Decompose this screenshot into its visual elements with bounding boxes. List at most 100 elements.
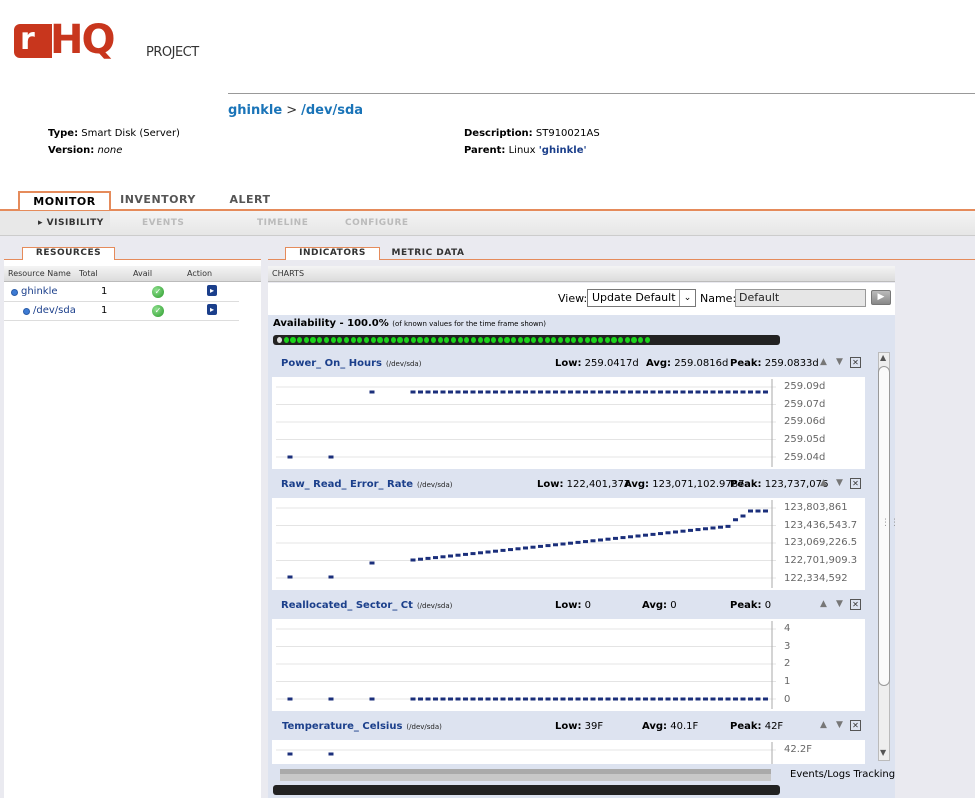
data-point[interactable] — [643, 697, 648, 701]
data-point[interactable] — [658, 390, 663, 394]
data-point[interactable] — [658, 532, 663, 536]
data-point[interactable] — [613, 697, 618, 701]
data-point[interactable] — [643, 390, 648, 394]
data-point[interactable] — [530, 545, 536, 549]
tab-inventory[interactable]: INVENTORY — [112, 193, 204, 210]
data-point[interactable] — [493, 390, 498, 394]
data-point[interactable] — [763, 509, 768, 513]
data-point[interactable] — [755, 697, 761, 701]
data-point[interactable] — [418, 557, 423, 561]
data-point[interactable] — [590, 390, 596, 394]
expand-icon[interactable] — [23, 308, 30, 315]
move-down-icon[interactable]: ▼ — [834, 720, 845, 731]
data-point[interactable] — [695, 697, 701, 701]
data-point[interactable] — [718, 697, 723, 701]
data-point[interactable] — [710, 526, 716, 530]
move-up-icon[interactable]: ▲ — [818, 357, 829, 368]
name-input[interactable]: Default — [735, 289, 866, 307]
data-point[interactable] — [485, 390, 491, 394]
data-point[interactable] — [568, 390, 573, 394]
data-point[interactable] — [553, 543, 558, 547]
view-select[interactable]: Update Default ⌄ — [587, 289, 696, 307]
data-point[interactable] — [485, 550, 491, 554]
tab-indicators[interactable]: INDICATORS — [285, 247, 380, 260]
data-point[interactable] — [523, 697, 528, 701]
data-point[interactable] — [755, 509, 761, 513]
data-point[interactable] — [635, 390, 641, 394]
data-point[interactable] — [369, 561, 375, 565]
data-point[interactable] — [628, 697, 633, 701]
data-point[interactable] — [500, 390, 506, 394]
data-point[interactable] — [508, 548, 513, 552]
data-point[interactable] — [583, 390, 588, 394]
data-point[interactable] — [733, 518, 738, 522]
data-point[interactable] — [620, 390, 626, 394]
data-point[interactable] — [287, 752, 293, 756]
data-point[interactable] — [575, 390, 581, 394]
data-point[interactable] — [643, 533, 648, 537]
data-point[interactable] — [590, 539, 596, 543]
data-point[interactable] — [718, 525, 723, 529]
data-point[interactable] — [703, 390, 708, 394]
data-point[interactable] — [328, 575, 334, 579]
data-point[interactable] — [545, 544, 551, 548]
data-point[interactable] — [763, 697, 768, 701]
data-point[interactable] — [613, 536, 618, 540]
data-point[interactable] — [410, 390, 416, 394]
data-point[interactable] — [433, 390, 438, 394]
data-point[interactable] — [287, 697, 293, 701]
scroll-down-icon[interactable]: ▼ — [880, 748, 886, 757]
data-point[interactable] — [485, 697, 491, 701]
data-point[interactable] — [763, 390, 768, 394]
data-point[interactable] — [733, 697, 738, 701]
expand-icon[interactable] — [11, 289, 18, 296]
data-point[interactable] — [493, 549, 498, 553]
resize-grip-icon[interactable]: ⋮⋮ — [881, 518, 899, 528]
data-point[interactable] — [433, 556, 438, 560]
data-point[interactable] — [470, 390, 476, 394]
data-point[interactable] — [530, 697, 536, 701]
data-point[interactable] — [538, 697, 543, 701]
breadcrumb-current-link[interactable]: /dev/sda — [301, 103, 363, 118]
data-point[interactable] — [463, 390, 468, 394]
data-point[interactable] — [538, 390, 543, 394]
data-point[interactable] — [725, 697, 731, 701]
data-point[interactable] — [369, 697, 375, 701]
data-point[interactable] — [748, 390, 753, 394]
subtab-configure[interactable]: CONFIGURE — [345, 218, 409, 228]
data-point[interactable] — [553, 697, 558, 701]
tab-resources[interactable]: RESOURCES — [22, 247, 115, 260]
data-point[interactable] — [463, 552, 468, 556]
data-point[interactable] — [328, 455, 334, 459]
data-point[interactable] — [568, 541, 573, 545]
tab-monitor[interactable]: MONITOR — [18, 191, 111, 210]
data-point[interactable] — [478, 697, 483, 701]
data-point[interactable] — [673, 530, 678, 534]
data-point[interactable] — [478, 390, 483, 394]
data-point[interactable] — [560, 697, 566, 701]
data-point[interactable] — [710, 390, 716, 394]
breadcrumb-parent-link[interactable]: ghinkle — [228, 103, 282, 118]
move-down-icon[interactable]: ▼ — [834, 357, 845, 368]
data-point[interactable] — [665, 531, 671, 535]
data-point[interactable] — [605, 390, 611, 394]
data-point[interactable] — [620, 536, 626, 540]
data-point[interactable] — [523, 546, 528, 550]
move-down-icon[interactable]: ▼ — [834, 478, 845, 489]
data-point[interactable] — [560, 390, 566, 394]
move-down-icon[interactable]: ▼ — [834, 599, 845, 610]
data-point[interactable] — [650, 532, 656, 536]
metric-name[interactable]: Reallocated_ Sector_ Ct (/dev/sda) — [281, 600, 452, 611]
data-point[interactable] — [613, 390, 618, 394]
data-point[interactable] — [635, 697, 641, 701]
data-point[interactable] — [500, 548, 506, 552]
data-point[interactable] — [425, 556, 431, 560]
data-point[interactable] — [628, 535, 633, 539]
data-point[interactable] — [463, 697, 468, 701]
data-point[interactable] — [605, 697, 611, 701]
close-icon[interactable]: ✕ — [850, 720, 861, 731]
data-point[interactable] — [500, 697, 506, 701]
data-point[interactable] — [680, 697, 686, 701]
data-point[interactable] — [553, 390, 558, 394]
data-point[interactable] — [575, 697, 581, 701]
